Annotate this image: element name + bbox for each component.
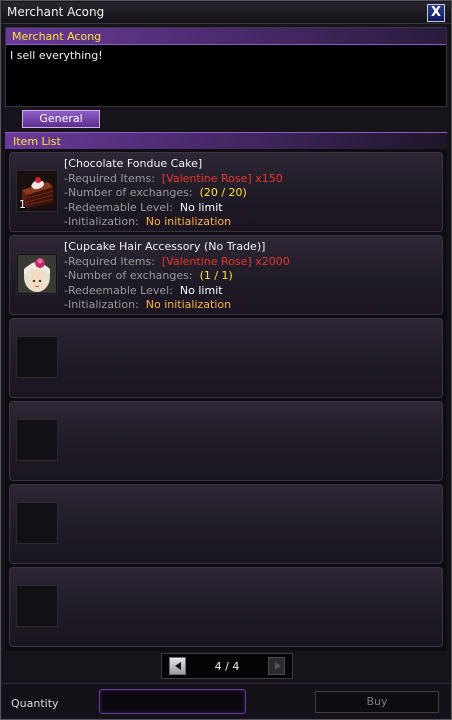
empty-item-slot [16, 502, 58, 544]
item-count: 1 [19, 198, 26, 211]
required-item-name: [Valentine Rose] [161, 254, 252, 268]
initialization-value: No initialization [145, 298, 232, 312]
item-list-header: Item List [5, 132, 447, 149]
empty-item-slot [16, 585, 58, 627]
pagination: 4 / 4 [161, 653, 293, 679]
item-slot[interactable]: 1 [16, 170, 58, 212]
item-details: [Cupcake Hair Accessory (No Trade)] -Req… [64, 240, 290, 313]
redeemable-level-label: -Redeemable Level: [64, 283, 173, 297]
npc-name-bar: Merchant Acong [6, 28, 446, 45]
quantity-label: Quantity [11, 697, 59, 710]
exchanges-value: (20 / 20) [199, 186, 247, 200]
cupcake-hair-accessory-icon [18, 255, 56, 293]
required-item-qty: x2000 [255, 254, 290, 268]
npc-greeting: I sell everything! [10, 49, 103, 62]
quantity-input[interactable] [99, 689, 246, 714]
item-row-cupcake-hair-accessory[interactable]: [Cupcake Hair Accessory (No Trade)] -Req… [9, 235, 443, 315]
item-row-chocolate-fondue-cake[interactable]: 1 [Chocolate Fondue Cake] -Required Item… [9, 152, 443, 232]
initialization-value: No initialization [145, 215, 232, 229]
redeemable-level-label: -Redeemable Level: [64, 200, 173, 214]
window-title: Merchant Acong [7, 5, 105, 19]
buy-button[interactable]: Buy [315, 691, 439, 713]
empty-item-slot [16, 419, 58, 461]
item-name: [Chocolate Fondue Cake] [64, 157, 203, 170]
exchanges-label: -Number of exchanges: [64, 186, 193, 200]
npc-name: Merchant Acong [12, 30, 102, 43]
required-item-qty: x150 [255, 171, 283, 185]
item-row-empty [9, 567, 443, 647]
required-item-name: [Valentine Rose] [161, 171, 252, 185]
item-row-empty [9, 318, 443, 398]
empty-item-slot [16, 336, 58, 378]
npc-dialog: Merchant Acong I sell everything! [5, 27, 447, 107]
initialization-label: -Initialization: [64, 215, 139, 229]
item-list-title: Item List [13, 135, 61, 148]
merchant-window: Merchant Acong X Merchant Acong I sell e… [0, 0, 452, 720]
required-items-label: -Required Items: [64, 254, 155, 268]
redeemable-level-value: No limit [179, 283, 223, 297]
exchanges-label: -Number of exchanges: [64, 269, 193, 283]
item-slot[interactable] [16, 253, 58, 295]
exchanges-value: (1 / 1) [199, 269, 233, 283]
purchase-footer: Quantity Buy [2, 683, 450, 719]
item-row-empty [9, 401, 443, 481]
title-bar[interactable]: Merchant Acong X [2, 2, 450, 24]
item-details: [Chocolate Fondue Cake] -Required Items:… [64, 157, 283, 230]
item-row-empty [9, 484, 443, 564]
initialization-label: -Initialization: [64, 298, 139, 312]
required-items-label: -Required Items: [64, 171, 155, 185]
next-page-button[interactable] [268, 657, 285, 675]
close-button[interactable]: X [427, 4, 445, 22]
item-list: 1 [Chocolate Fondue Cake] -Required Item… [5, 149, 447, 651]
redeemable-level-value: No limit [179, 200, 223, 214]
item-name: [Cupcake Hair Accessory (No Trade)] [64, 240, 266, 253]
tab-general[interactable]: General [22, 110, 100, 128]
